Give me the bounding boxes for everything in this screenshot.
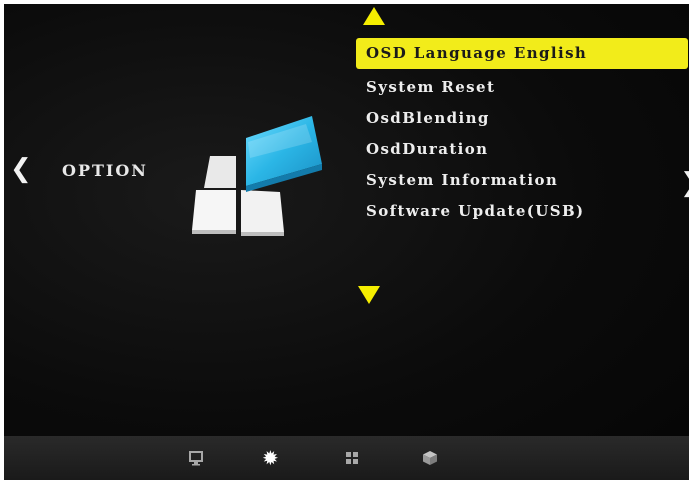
- tv-osd-screen: ❮ ❯ OPTION OSD Language English System R…: [4, 4, 689, 480]
- cube-icon[interactable]: [422, 450, 438, 469]
- menu-item-system-reset[interactable]: System Reset: [356, 72, 688, 103]
- grid-icon[interactable]: [344, 450, 360, 469]
- triangle-up-icon[interactable]: [363, 7, 385, 25]
- menu-item-osd-language[interactable]: OSD Language English: [356, 38, 688, 69]
- menu-item-osd-duration[interactable]: OsdDuration: [356, 134, 688, 165]
- monitor-icon[interactable]: [188, 450, 204, 469]
- gear-icon[interactable]: ✹: [262, 448, 279, 468]
- section-title: OPTION: [62, 161, 148, 180]
- menu-item-system-information[interactable]: System Information: [356, 165, 688, 196]
- white-tile-right: [241, 190, 284, 232]
- menu-item-osd-blending[interactable]: OsdBlending: [356, 103, 688, 134]
- white-tile-top: [204, 156, 236, 188]
- menu-item-software-update[interactable]: Software Update(USB): [356, 196, 688, 227]
- chevron-left-icon[interactable]: ❮: [10, 156, 32, 182]
- white-tile-left: [192, 190, 236, 230]
- triangle-down-icon[interactable]: [358, 286, 380, 304]
- bottom-tab-bar: ✹: [4, 436, 689, 480]
- option-tiles-graphic: [192, 116, 322, 236]
- option-menu: OSD Language English System Reset OsdBle…: [356, 38, 688, 227]
